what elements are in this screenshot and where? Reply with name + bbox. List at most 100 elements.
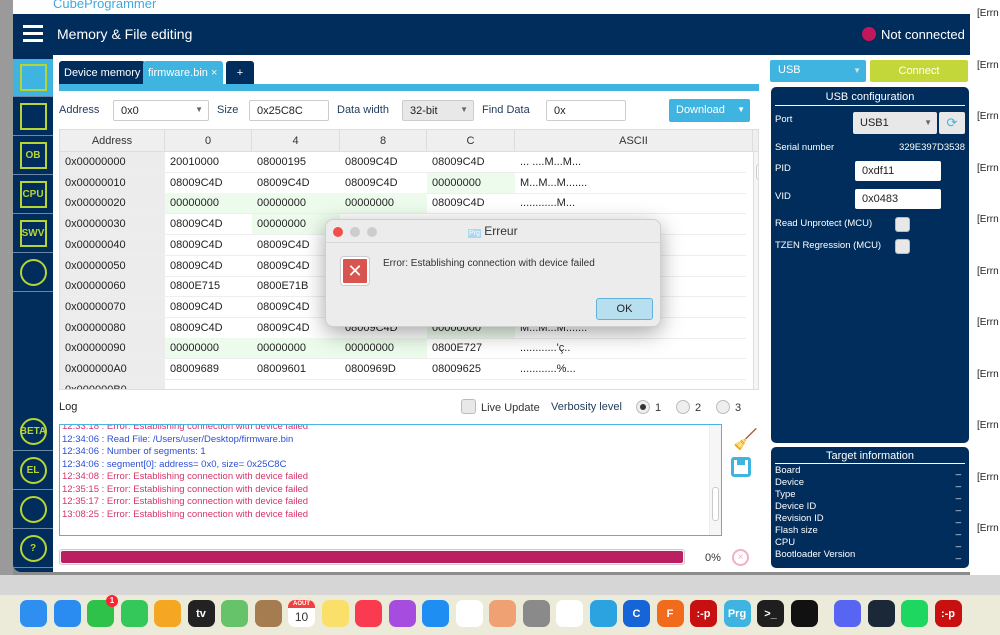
chevron-down-icon[interactable]: ▼	[737, 105, 745, 114]
ascii-cell[interactable]: ............M...	[515, 193, 753, 213]
table-row[interactable]: 0x00000000 20010000 08000195 08009C4D 08009C…	[60, 152, 746, 173]
hex-cell[interactable]: 00000000	[427, 172, 515, 193]
refresh-icon[interactable]: ⟳	[939, 112, 965, 134]
hex-cell[interactable]: 08009C4D	[340, 173, 427, 193]
dock-audio-icon[interactable]	[790, 600, 818, 627]
scrollbar-thumb[interactable]	[756, 164, 758, 180]
sidebar-item-cpu[interactable]: CPU	[13, 176, 53, 214]
table-row[interactable]: 0x00000090 00000000 00000000 00000000 0800E7…	[60, 338, 746, 360]
download-button[interactable]: Download ▼	[669, 99, 750, 122]
dock-mail-icon[interactable]	[20, 600, 47, 627]
hex-cell[interactable]: 08009C4D	[252, 173, 340, 193]
address-cell[interactable]: 0x000000A0	[60, 359, 165, 379]
hex-cell[interactable]: 20010000	[165, 152, 252, 172]
address-cell[interactable]: 0x00000000	[60, 152, 165, 172]
dock-app-store-icon[interactable]	[422, 600, 449, 627]
column-header[interactable]: ASCII	[515, 130, 753, 152]
hex-cell[interactable]: 08009C4D	[165, 173, 252, 193]
dock-apple-tv-icon[interactable]: tv	[187, 600, 215, 627]
verbosity-radio-3[interactable]	[716, 400, 730, 414]
save-log-icon[interactable]	[731, 457, 751, 477]
verbosity-radio-1[interactable]	[636, 400, 650, 414]
chevron-down-icon[interactable]: ▼	[195, 105, 203, 114]
hex-cell[interactable]: 08009C4D	[427, 152, 515, 172]
dock-p-app-icon[interactable]: :-p	[690, 600, 717, 627]
column-header[interactable]: 0	[165, 130, 252, 152]
hex-cell[interactable]: 00000000	[340, 193, 427, 214]
address-cell[interactable]: 0x00000070	[60, 296, 165, 317]
dock-photos-icon[interactable]	[154, 600, 181, 627]
size-input[interactable]: 0x25C8C	[249, 100, 329, 121]
address-cell[interactable]: 0x00000040	[60, 234, 165, 255]
address-cell[interactable]: 0x00000090	[60, 338, 165, 359]
address-cell[interactable]: 0x00000030	[60, 214, 165, 235]
dock-fusion-icon[interactable]: F	[656, 600, 684, 627]
hex-cell[interactable]: 08009C4D	[165, 214, 252, 234]
sidebar-item-help[interactable]: ?	[13, 530, 53, 568]
address-cell[interactable]: 0x00000020	[60, 193, 165, 214]
tab-device-memory[interactable]: Device memory	[59, 61, 146, 84]
connect-button[interactable]: Connect	[870, 60, 968, 82]
port-select[interactable]: USB1 ▼	[853, 112, 937, 134]
dock-p-app-2-icon[interactable]: :-p	[934, 600, 962, 627]
dock-terminal-icon[interactable]: >_	[757, 600, 784, 627]
hex-cell[interactable]: 00000000	[165, 338, 252, 359]
dock-maps-icon[interactable]	[221, 600, 248, 627]
close-window-button[interactable]	[333, 227, 343, 237]
hex-cell[interactable]: 00000000	[252, 193, 340, 214]
hex-cell[interactable]: 08009C4D	[165, 297, 252, 317]
hex-cell[interactable]	[427, 380, 515, 389]
column-header[interactable]: 4	[252, 130, 340, 152]
table-row[interactable]: 0x000000A0 08009689 08009601 0800969D 080096…	[60, 359, 746, 380]
hex-cell[interactable]: 00000000	[252, 338, 340, 359]
interface-select[interactable]: USB ▼	[770, 60, 866, 82]
dock-c-app-icon[interactable]: C	[623, 600, 650, 627]
ascii-cell[interactable]: ............'ç..	[515, 338, 753, 358]
sidebar-item-key[interactable]	[13, 491, 53, 529]
ascii-cell[interactable]: ... ....M...M...	[515, 152, 753, 172]
hex-cell[interactable]: 08009C4D	[340, 152, 427, 172]
hex-cell[interactable]: 08009C4D	[165, 256, 252, 276]
table-row[interactable]: 0x00000020 00000000 00000000 00000000 08009C…	[60, 193, 746, 215]
hex-cell[interactable]: 0800E715	[165, 276, 252, 296]
dock-podcasts-icon[interactable]	[388, 600, 416, 627]
close-icon[interactable]: ×	[211, 67, 217, 79]
address-cell[interactable]: 0x00000050	[60, 255, 165, 276]
column-header[interactable]: 8	[340, 130, 427, 152]
ok-button[interactable]: OK	[596, 298, 653, 320]
hex-cell[interactable]: 08009689	[165, 359, 252, 379]
hex-cell[interactable]: 0800969D	[340, 359, 427, 379]
dock-messages-icon[interactable]	[120, 600, 148, 627]
table-scrollbar[interactable]	[753, 152, 758, 389]
address-cell[interactable]: 0x00000080	[60, 317, 165, 338]
read-unprotect-checkbox[interactable]	[895, 217, 910, 232]
address-input[interactable]: 0x0 ▼	[113, 100, 209, 121]
hex-cell[interactable]: 08009C4D	[165, 235, 252, 255]
log-scrollbar[interactable]	[709, 425, 721, 535]
column-header[interactable]: C	[427, 130, 515, 152]
live-update-checkbox[interactable]	[461, 399, 476, 414]
dock-facetime-icon[interactable]: 1	[87, 595, 118, 627]
hex-cell[interactable]: 08000195	[252, 152, 340, 172]
find-data-input[interactable]: 0x	[546, 100, 626, 121]
pid-input[interactable]: 0xdf11	[855, 161, 941, 181]
dock-package-icon[interactable]	[489, 600, 516, 627]
add-tab-button[interactable]: +	[226, 61, 254, 84]
dock-safari-icon[interactable]	[53, 600, 81, 627]
address-cell[interactable]: 0x00000060	[60, 276, 165, 297]
vid-input[interactable]: 0x0483	[855, 189, 941, 209]
dock-music-icon[interactable]	[355, 600, 382, 627]
hex-cell[interactable]: 08009625	[427, 359, 515, 379]
hex-cell[interactable]: 08009C4D	[427, 193, 515, 213]
address-cell[interactable]: 0x00000010	[60, 172, 165, 193]
verbosity-radio-2[interactable]	[676, 400, 690, 414]
sidebar-item-shield[interactable]	[13, 254, 53, 292]
hex-cell[interactable]	[340, 380, 427, 389]
address-cell[interactable]: 0x000000B0	[60, 379, 165, 389]
ascii-cell[interactable]: M...M...M.......	[515, 173, 753, 193]
dock-contacts-icon[interactable]	[254, 600, 282, 627]
dock-reminders-icon[interactable]	[455, 600, 483, 627]
dock-notes-icon[interactable]	[321, 600, 349, 627]
hex-cell[interactable]: 08009601	[252, 359, 340, 379]
data-width-select[interactable]: 32-bit ▼	[402, 100, 474, 121]
